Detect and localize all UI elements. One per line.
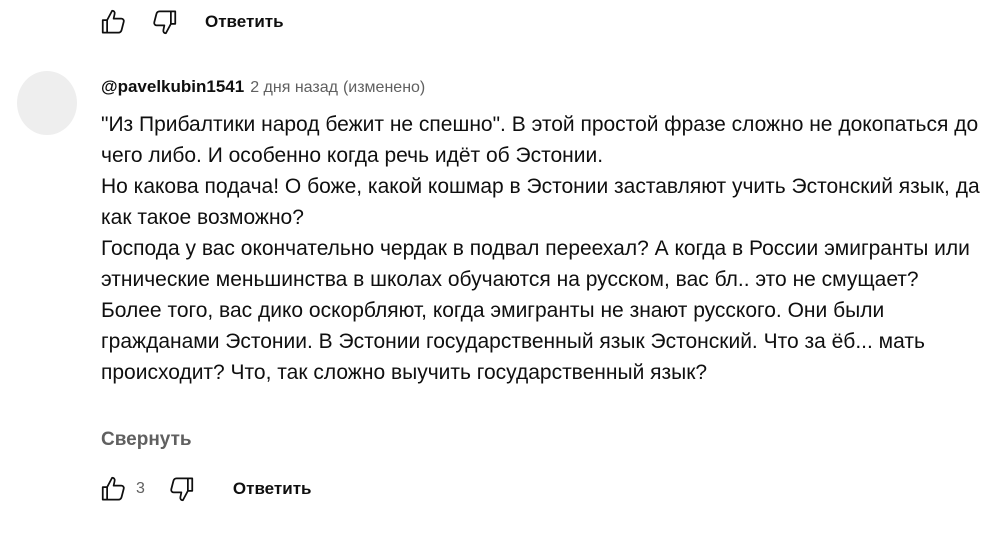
like-button[interactable] bbox=[96, 4, 132, 40]
comment-time[interactable]: 2 дня назад bbox=[250, 79, 338, 96]
comment-paragraph: "Из Прибалтики народ бежит не спешно". В… bbox=[101, 113, 979, 167]
like-count: 3 bbox=[136, 480, 145, 497]
top-comment-actions: Ответить bbox=[96, 4, 284, 40]
thumbs-up-icon bbox=[101, 9, 125, 34]
comment-header: @pavelkubin1541 2 дня назад (изменено) bbox=[101, 76, 425, 99]
comment-actions: 3 Ответить bbox=[96, 471, 311, 507]
comment-paragraph: Но какова подача! О боже, какой кошмар в… bbox=[101, 175, 980, 229]
avatar[interactable] bbox=[17, 71, 77, 135]
reply-button[interactable]: Ответить bbox=[233, 479, 312, 499]
comment-author[interactable]: @pavelkubin1541 bbox=[101, 77, 244, 96]
comment-text: "Из Прибалтики народ бежит не спешно". В… bbox=[101, 109, 981, 388]
comment-paragraph: Более того, вас дико оскорбляют, когда э… bbox=[101, 299, 925, 384]
thumbs-up-icon bbox=[101, 476, 125, 501]
like-button[interactable] bbox=[96, 471, 132, 507]
reply-button[interactable]: Ответить bbox=[205, 12, 284, 32]
comment-edited-label: (изменено) bbox=[342, 79, 426, 96]
comment-paragraph: Господа у вас окончательно чердак в подв… bbox=[101, 237, 970, 291]
collapse-button[interactable]: Свернуть bbox=[101, 429, 192, 451]
thumbs-down-icon bbox=[170, 477, 194, 502]
dislike-button[interactable] bbox=[146, 4, 182, 40]
thumbs-down-icon bbox=[153, 10, 177, 35]
dislike-button[interactable] bbox=[163, 471, 199, 507]
